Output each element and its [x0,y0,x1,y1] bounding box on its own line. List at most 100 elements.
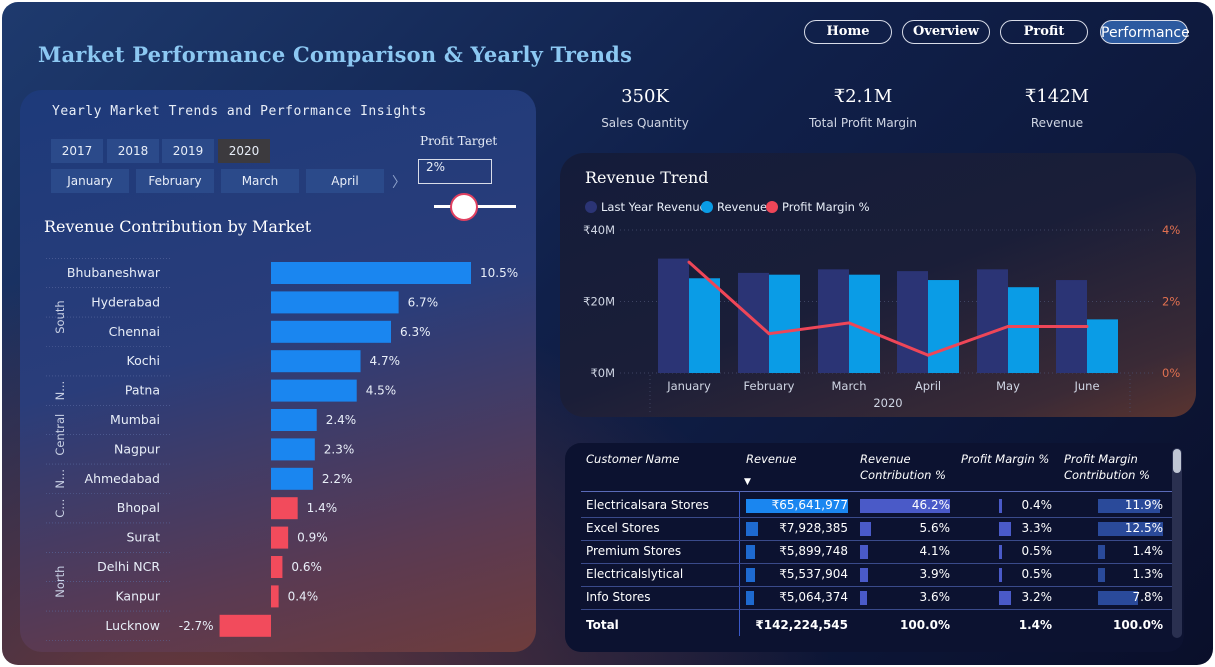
category-label: Kochi [127,353,161,368]
nav-profit-button[interactable]: Profit [1000,20,1088,44]
legend-marker [766,201,778,213]
row-divider [581,517,1173,518]
data-label: 10.5% [480,266,518,280]
kpi-revenue-label: Revenue [1030,116,1084,130]
bar-last-year-revenue [977,269,1008,373]
kpi-profit-margin-label: Total Profit Margin [809,116,917,130]
kpi-sales-quantity-label: Sales Quantity [601,116,689,130]
data-label: 6.7% [408,295,439,309]
category-label: Bhopal [117,500,160,515]
nav-overview-button[interactable]: Overview [902,20,990,44]
bar-patna [271,379,357,402]
legend-label: Profit Margin % [782,200,870,214]
bar-last-year-revenue [818,269,849,373]
table-cell-profit-margin: 3.2% [1021,590,1053,604]
customer-table: Customer Name Revenue Revenue Contribution… [565,443,1184,652]
bar-last-year-revenue [738,272,769,373]
category-label: Kanpur [115,588,160,603]
data-label: 0.6% [291,560,322,574]
dashboard-frame: Market Performance Comparison & Yearly T… [2,2,1213,665]
category-label: Delhi NCR [97,559,160,574]
row-divider [581,563,1173,564]
bar-revenue [1008,287,1039,373]
market-trends-panel: Yearly Market Trends and Performance Ins… [20,90,536,652]
kpi-profit-margin-value: ₹2.1M [833,86,893,107]
category-label: Bhubaneshwar [67,265,161,280]
table-cell-profit-margin-contribution: 7.8% [1132,590,1164,604]
page-title: Market Performance Comparison & Yearly T… [38,42,633,67]
nav-performance-button[interactable]: Performance [1100,20,1190,44]
data-label: 0.9% [297,531,328,545]
point-profit-margin [926,353,930,357]
category-label: Ahmedabad [85,471,160,486]
table-cell-profit-margin-contribution: 1.3% [1132,567,1164,581]
table-cell-revenue-contribution: 3.9% [919,567,951,581]
table-cell-revenue: ₹5,899,748 [779,544,848,558]
table-cell-revenue-contribution: 46.2% [911,498,950,512]
sort-desc-icon: ▼ [744,477,751,487]
category-label: Patna [125,383,160,398]
column-header[interactable]: Revenue [746,451,846,467]
y-tick-left: ₹40M [583,223,615,237]
table-cell-profit-margin-contribution: 1.4% [1132,544,1164,558]
x-tick-label: June [1073,379,1099,393]
column-header[interactable]: Revenue Contribution % [860,451,960,483]
legend-marker [585,201,597,213]
table-cell-customer: Info Stores [586,590,651,604]
table-cell-profit-margin: 3.3% [1021,521,1053,535]
table-cell-profit-margin: 0.4% [1021,498,1053,512]
table-cell-profit-margin-contribution: 11.9% [1124,498,1163,512]
table-total-revenue-contribution: 100.0% [900,618,950,632]
revenue-contribution-chart: Bhubaneshwar 10.5% Hyderabad 6.7% Chennai 6.3… [46,258,518,641]
bar-chennai [271,320,391,343]
group-label: N... [53,381,67,401]
group-label: N... [53,469,67,489]
nav-home-button[interactable]: Home [804,20,892,44]
bar-revenue [928,280,959,373]
table-total-label: Total [586,618,619,632]
header-divider [581,491,1173,492]
point-profit-margin [1006,325,1010,329]
table-scrollbar[interactable] [1172,448,1182,638]
kpi-revenue-value: ₹142M [1024,86,1090,107]
category-label: Surat [126,530,160,545]
table-cell-revenue: ₹5,064,374 [779,590,848,604]
x-tick-label: March [831,379,866,393]
table-cell-profit-margin-contribution: 12.5% [1124,521,1163,535]
legend-marker [701,201,713,213]
data-label: 4.7% [370,354,401,368]
bar-revenue [689,278,720,373]
column-header[interactable]: Profit Margin % [961,451,1056,467]
data-label: 2.4% [326,413,357,427]
column-header[interactable]: Customer Name [586,451,736,467]
y-tick-right: 4% [1162,223,1180,237]
x-group-label: 2020 [873,396,902,410]
bar-kochi [271,350,361,373]
point-profit-margin [687,260,691,264]
group-label: Central [53,414,67,456]
data-label: -2.7% [179,619,214,633]
column-header[interactable]: Profit Margin Contribution % [1064,451,1164,483]
category-label: Lucknow [105,618,160,633]
category-label: Chennai [109,324,160,339]
table-total-profit-margin-contribution: 100.0% [1113,618,1163,632]
bar-lucknow [219,614,271,637]
category-label: Hyderabad [91,294,160,309]
bar-bhubaneshwar [271,262,471,284]
y-tick-right: 2% [1162,295,1180,309]
revenue-trend-chart: Last Year Revenue Revenue Profit Margin % ₹… [583,200,1180,415]
table-total-revenue: ₹142,224,545 [755,618,848,632]
bar-hyderabad [271,291,399,314]
row-divider [581,540,1173,541]
row-divider [581,609,1173,610]
data-label: 1.4% [307,501,338,515]
table-cell-revenue-contribution: 5.6% [919,521,951,535]
table-scrollbar-thumb[interactable] [1173,449,1181,473]
bar-delhi-ncr [271,556,283,578]
x-tick-label: February [744,379,795,393]
bar-bhopal [271,497,298,520]
x-tick-label: January [666,379,711,393]
table-cell-customer: Electricalsara Stores [586,498,709,512]
group-label: C... [53,499,67,518]
table-cell-revenue-contribution: 3.6% [919,590,951,604]
